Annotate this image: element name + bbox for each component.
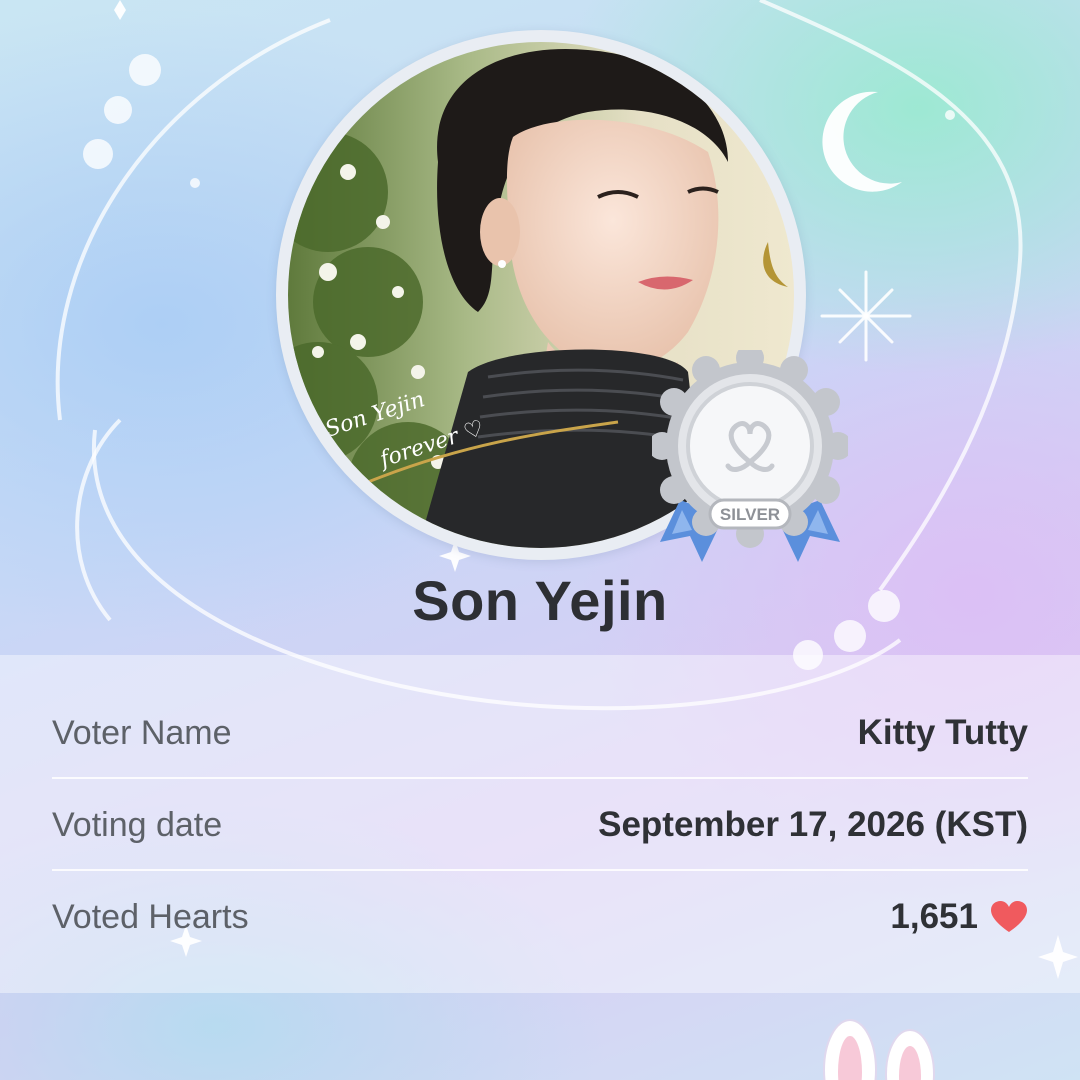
voted-hearts-value-group: 1,651 — [890, 897, 1028, 937]
idol-name: Son Yejin — [412, 569, 668, 632]
voting-date-value: September 17, 2026 (KST) — [598, 805, 1028, 844]
voted-hearts-row: Voted Hearts 1,651 — [52, 871, 1028, 963]
voter-name-value: Kitty Tutty — [857, 713, 1028, 752]
silver-medal-icon: SILVER — [652, 350, 848, 562]
medal-label: SILVER — [720, 505, 780, 524]
voting-date-row: Voting date September 17, 2026 (KST) — [52, 779, 1028, 871]
vote-info-panel: Voter Name Kitty Tutty Voting date Septe… — [0, 655, 1080, 993]
heart-icon — [991, 901, 1027, 932]
voted-hearts-value: 1,651 — [890, 897, 978, 936]
voted-hearts-label: Voted Hearts — [52, 897, 249, 936]
voter-name-row: Voter Name Kitty Tutty — [52, 687, 1028, 779]
vote-certificate: Son Yejin forever ♡ SILVER Son Yejin Vot… — [0, 0, 1080, 1080]
voting-date-label: Voting date — [52, 805, 223, 844]
bunny-ears-decoration — [823, 1019, 935, 1080]
voter-name-label: Voter Name — [52, 713, 232, 752]
